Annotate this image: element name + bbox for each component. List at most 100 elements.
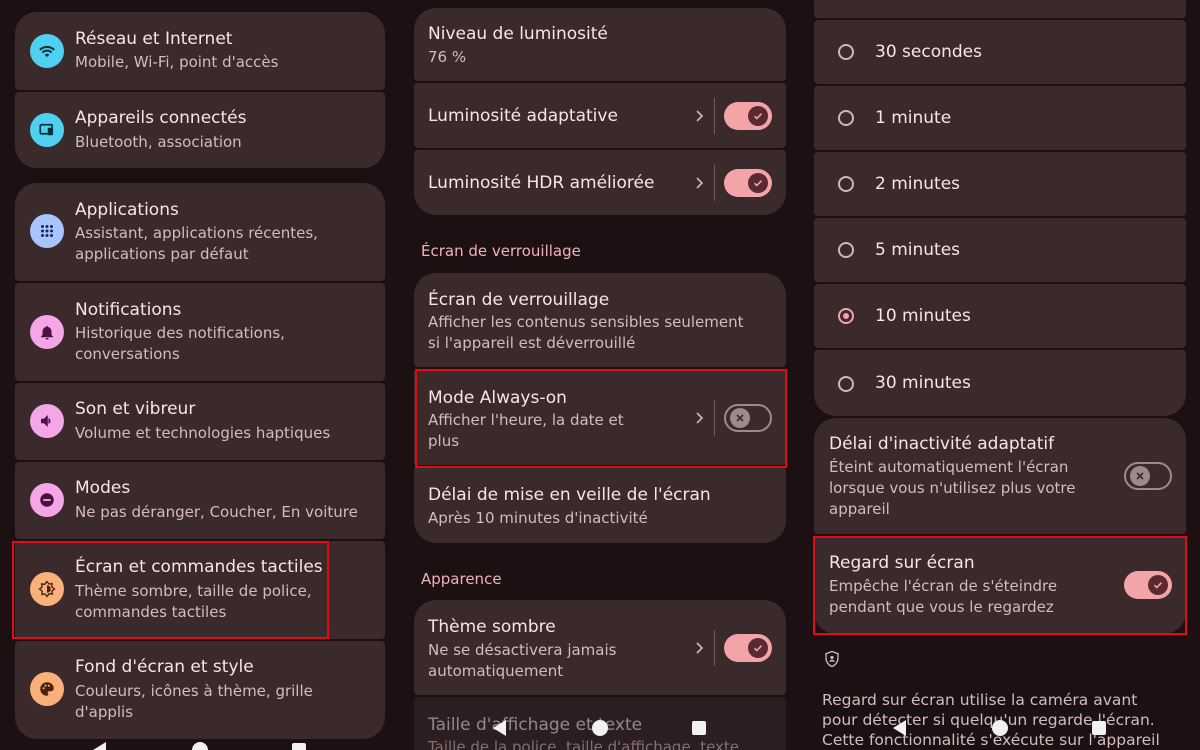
highlight-box-screen-attention [813,536,1187,635]
display-settings-panel: Niveau de luminosité 76 % Luminosité ada… [400,0,800,750]
settings-item-subtitle: Assistant, applications récentes, applic… [75,224,318,263]
check-icon [748,106,768,126]
settings-item-subtitle: Ne pas déranger, Coucher, En voiture [75,503,358,521]
screen-timeout-panel: 30 secondes 1 minute 2 minutes 5 minutes… [800,0,1200,750]
settings-item-modes[interactable]: Modes Ne pas déranger, Coucher, En voitu… [15,462,385,539]
settings-item-title: Applications [75,200,179,220]
radio-label: 30 secondes [875,42,982,62]
brightness-value: 76 % [428,48,467,66]
bell-icon [30,315,64,349]
adaptive-timeout-item[interactable]: Délai d'inactivité adaptatif Éteint auto… [814,418,1186,534]
screen-timeout-subtitle: Après 10 minutes d'inactivité [428,509,648,527]
timeout-option-1m[interactable]: 1 minute [814,86,1186,150]
radio-label: 30 minutes [875,373,971,393]
timeout-option-2m[interactable]: 2 minutes [814,152,1186,216]
adaptive-timeout-toggle[interactable] [1124,462,1172,490]
settings-item-notifications[interactable]: Notifications Historique des notificatio… [15,283,385,381]
highlight-box-display [12,541,329,639]
chevron-right-icon [696,177,704,189]
nav-recent-icon[interactable] [1092,721,1106,735]
screen-timeout-title: Délai de mise en veille de l'écran [428,485,711,505]
speaker-icon [30,404,64,438]
adaptive-timeout-subtitle: Éteint automatiquement l'écran lorsque v… [829,458,1076,518]
section-header-lockscreen: Écran de verrouillage [421,242,581,260]
settings-item-subtitle: Bluetooth, association [75,133,242,151]
section-header-appearance: Apparence [421,570,502,588]
timeout-option-5m[interactable]: 5 minutes [814,218,1186,282]
brightness-title: Niveau de luminosité [428,24,608,44]
settings-item-connected-devices[interactable]: Appareils connectés Bluetooth, associati… [15,92,385,168]
nav-recent-icon[interactable] [292,743,306,750]
dark-theme-subtitle: Ne se désactivera jamais automatiquement [428,641,617,680]
radio-label: 10 minutes [875,306,971,326]
nav-back-icon[interactable] [93,742,106,750]
hdr-brightness-title: Luminosité HDR améliorée [428,173,655,193]
lockscreen-item[interactable]: Écran de verrouillage Afficher les conte… [414,273,786,367]
chevron-right-icon [696,110,704,122]
adaptive-brightness-item[interactable]: Luminosité adaptative [414,83,786,148]
palette-icon [30,672,64,706]
chevron-right-icon [696,642,704,654]
dark-theme-item[interactable]: Thème sombre Ne se désactivera jamais au… [414,600,786,695]
display-size-subtitle: Taille de la police, taille d'affichage,… [428,738,740,750]
radio-button[interactable] [838,242,854,258]
radio-label: 2 minutes [875,174,961,194]
settings-item-title: Réseau et Internet [75,29,233,49]
display-size-title: Taille d'affichage et texte [428,715,643,735]
check-icon [748,638,768,658]
screen-timeout-item[interactable]: Délai de mise en veille de l'écran Après… [414,467,786,543]
settings-item-subtitle: Couleurs, icônes à thème, grille d'appli… [75,682,313,721]
nav-home-icon[interactable] [192,742,208,750]
highlight-box-always-on [415,369,787,468]
adaptive-timeout-title: Délai d'inactivité adaptatif [829,434,1055,454]
nav-home-icon[interactable] [992,720,1008,736]
hdr-brightness-toggle[interactable] [724,169,772,197]
settings-item-sound[interactable]: Son et vibreur Volume et technologies ha… [15,383,385,460]
check-icon [748,173,768,193]
adaptive-brightness-title: Luminosité adaptative [428,106,618,126]
hdr-brightness-item[interactable]: Luminosité HDR améliorée [414,150,786,215]
lockscreen-title: Écran de verrouillage [428,290,610,310]
privacy-shield-icon [825,650,839,668]
settings-item-subtitle: Historique des notifications, conversati… [75,324,285,363]
settings-list-panel: Réseau et Internet Mobile, Wi-Fi, point … [0,0,400,750]
nav-back-icon[interactable] [493,720,506,736]
divider [714,165,715,201]
dark-theme-toggle[interactable] [724,634,772,662]
settings-item-apps[interactable]: Applications Assistant, applications réc… [15,183,385,281]
nav-back-icon[interactable] [893,720,906,736]
lockscreen-subtitle: Afficher les contenus sensibles seulemen… [428,313,744,352]
settings-item-title: Son et vibreur [75,399,196,419]
radio-label: 5 minutes [875,240,961,260]
do-not-disturb-icon [30,483,64,517]
timeout-option-30s[interactable]: 30 secondes [814,20,1186,84]
wifi-icon [30,34,64,68]
settings-item-subtitle: Volume et technologies haptiques [75,424,331,442]
radio-button[interactable] [838,44,854,60]
settings-item-title: Modes [75,478,131,498]
dark-theme-title: Thème sombre [428,617,556,637]
apps-grid-icon [30,214,64,248]
timeout-option-30m[interactable]: 30 minutes [814,350,1186,416]
nav-recent-icon[interactable] [692,721,706,735]
divider [714,630,715,666]
settings-item-network[interactable]: Réseau et Internet Mobile, Wi-Fi, point … [15,12,385,90]
settings-item-subtitle: Mobile, Wi-Fi, point d'accès [75,53,279,71]
brightness-level-item[interactable]: Niveau de luminosité 76 % [414,8,786,81]
settings-item-title: Appareils connectés [75,108,247,128]
close-icon [1130,466,1150,486]
settings-item-title: Fond d'écran et style [75,657,254,677]
adaptive-brightness-toggle[interactable] [724,102,772,130]
radio-label: 1 minute [875,108,952,128]
radio-button[interactable] [838,176,854,192]
divider [714,98,715,134]
nav-home-icon[interactable] [592,720,608,736]
radio-button-selected[interactable] [838,308,854,324]
list-item [814,0,1186,18]
settings-item-wallpaper[interactable]: Fond d'écran et style Couleurs, icônes à… [15,641,385,739]
radio-button[interactable] [838,376,854,392]
connected-devices-icon [30,113,64,147]
settings-item-title: Notifications [75,300,182,320]
radio-button[interactable] [838,110,854,126]
timeout-option-10m[interactable]: 10 minutes [814,284,1186,348]
